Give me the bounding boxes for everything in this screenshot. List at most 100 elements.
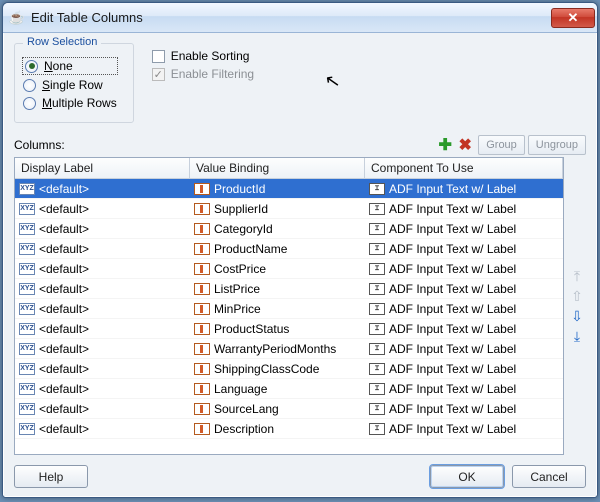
cell-display: <default> xyxy=(39,302,89,316)
group-button[interactable]: Group xyxy=(478,135,525,155)
component-chip-icon: ⌶ xyxy=(369,363,385,375)
window-title: Edit Table Columns xyxy=(31,10,551,25)
cell-component: ADF Input Text w/ Label xyxy=(389,382,516,396)
cell-display: <default> xyxy=(39,242,89,256)
enable-filtering-checkbox: ✓ xyxy=(152,68,165,81)
cell-component: ADF Input Text w/ Label xyxy=(389,202,516,216)
table-row[interactable]: XYZ<default>CostPrice⌶ADF Input Text w/ … xyxy=(15,259,563,279)
table-row[interactable]: XYZ<default>MinPrice⌶ADF Input Text w/ L… xyxy=(15,299,563,319)
cell-component: ADF Input Text w/ Label xyxy=(389,262,516,276)
cell-component: ADF Input Text w/ Label xyxy=(389,362,516,376)
table-row[interactable]: XYZ<default>ProductName⌶ADF Input Text w… xyxy=(15,239,563,259)
binding-chip-icon xyxy=(194,283,210,295)
xyz-chip-icon: XYZ xyxy=(19,343,35,355)
cell-component: ADF Input Text w/ Label xyxy=(389,422,516,436)
component-chip-icon: ⌶ xyxy=(369,403,385,415)
xyz-chip-icon: XYZ xyxy=(19,203,35,215)
dialog-body: ↖ Row Selection NoneSingle RowMultiple R… xyxy=(3,33,597,497)
radio-icon xyxy=(23,79,36,92)
ungroup-button[interactable]: Ungroup xyxy=(528,135,586,155)
cell-display: <default> xyxy=(39,202,89,216)
radio-icon xyxy=(25,60,38,73)
header-display-label[interactable]: Display Label xyxy=(15,158,190,178)
radio-icon xyxy=(23,97,36,110)
move-down-button[interactable]: ⇩ xyxy=(569,308,585,324)
xyz-chip-icon: XYZ xyxy=(19,263,35,275)
row-selection-option[interactable]: Single Row xyxy=(23,78,117,92)
binding-chip-icon xyxy=(194,323,210,335)
cell-component: ADF Input Text w/ Label xyxy=(389,302,516,316)
table-row[interactable]: XYZ<default>ListPrice⌶ADF Input Text w/ … xyxy=(15,279,563,299)
xyz-chip-icon: XYZ xyxy=(19,243,35,255)
cell-display: <default> xyxy=(39,282,89,296)
cell-display: <default> xyxy=(39,182,89,196)
ok-button[interactable]: OK xyxy=(430,465,504,488)
binding-chip-icon xyxy=(194,363,210,375)
binding-chip-icon xyxy=(194,343,210,355)
cell-binding: ProductName xyxy=(214,242,287,256)
cell-component: ADF Input Text w/ Label xyxy=(389,182,516,196)
move-bottom-button[interactable]: ⤓ xyxy=(569,328,585,344)
cell-display: <default> xyxy=(39,382,89,396)
xyz-chip-icon: XYZ xyxy=(19,303,35,315)
cell-display: <default> xyxy=(39,222,89,236)
table-row[interactable]: XYZ<default>ProductId⌶ADF Input Text w/ … xyxy=(15,179,563,199)
help-button[interactable]: Help xyxy=(14,465,88,488)
close-button[interactable]: ✕ xyxy=(551,8,595,28)
component-chip-icon: ⌶ xyxy=(369,243,385,255)
dialog-footer: Help OK Cancel xyxy=(14,455,586,488)
cell-binding: SourceLang xyxy=(214,402,279,416)
enable-sorting-checkbox[interactable] xyxy=(152,50,165,63)
header-value-binding[interactable]: Value Binding xyxy=(190,158,365,178)
table-row[interactable]: XYZ<default>Language⌶ADF Input Text w/ L… xyxy=(15,379,563,399)
table-row[interactable]: XYZ<default>WarrantyPeriodMonths⌶ADF Inp… xyxy=(15,339,563,359)
table-row[interactable]: XYZ<default>SourceLang⌶ADF Input Text w/… xyxy=(15,399,563,419)
add-column-button[interactable]: ✚ xyxy=(435,135,455,155)
cell-binding: Description xyxy=(214,422,274,436)
move-up-button[interactable]: ⇧ xyxy=(569,288,585,304)
component-chip-icon: ⌶ xyxy=(369,343,385,355)
cell-binding: ProductId xyxy=(214,182,265,196)
row-selection-option[interactable]: None xyxy=(23,58,117,74)
reorder-buttons: ⤒ ⇧ ⇩ ⤓ xyxy=(564,157,586,455)
table-body[interactable]: XYZ <default> ProductId ⌶ ADF Input Text w/ … xyxy=(15,179,563,454)
binding-chip-icon xyxy=(194,203,210,215)
row-selection-legend: Row Selection xyxy=(23,36,101,48)
enable-filtering-row: ✓ Enable Filtering xyxy=(152,67,254,81)
titlebar: ☕ Edit Table Columns ✕ xyxy=(3,3,597,33)
table-row[interactable]: XYZ<default>Description⌶ADF Input Text w… xyxy=(15,419,563,439)
table-row[interactable]: XYZ<default>ShippingClassCode⌶ADF Input … xyxy=(15,359,563,379)
java-icon: ☕ xyxy=(9,10,25,26)
component-chip-icon: ⌶ xyxy=(369,423,385,435)
cell-component: ADF Input Text w/ Label xyxy=(389,222,516,236)
sort-filter-options: Enable Sorting ✓ Enable Filtering xyxy=(152,43,254,81)
enable-sorting-row[interactable]: Enable Sorting xyxy=(152,49,254,63)
xyz-chip-icon: XYZ xyxy=(19,323,35,335)
binding-chip-icon xyxy=(194,243,210,255)
cell-binding: WarrantyPeriodMonths xyxy=(214,342,336,356)
component-chip-icon: ⌶ xyxy=(369,303,385,315)
columns-toolbar: Columns: ✚ ✖ Group Ungroup xyxy=(14,135,586,157)
move-top-button[interactable]: ⤒ xyxy=(569,268,585,284)
table-row[interactable]: XYZ<default>SupplierId⌶ADF Input Text w/… xyxy=(15,199,563,219)
header-component[interactable]: Component To Use xyxy=(365,158,563,178)
dialog-window: ☕ Edit Table Columns ✕ ↖ Row Selection N… xyxy=(2,2,598,498)
xyz-chip-icon: XYZ xyxy=(19,223,35,235)
radio-label: None xyxy=(44,59,73,73)
cell-binding: Language xyxy=(214,382,267,396)
cell-binding: ProductStatus xyxy=(214,322,289,336)
columns-table: Display Label Value Binding Component To… xyxy=(14,157,564,455)
binding-chip-icon xyxy=(194,423,210,435)
cell-binding: CostPrice xyxy=(214,262,266,276)
xyz-chip-icon: XYZ xyxy=(19,283,35,295)
binding-chip-icon xyxy=(194,263,210,275)
enable-filtering-label: Enable Filtering xyxy=(171,67,254,81)
cell-component: ADF Input Text w/ Label xyxy=(389,342,516,356)
table-row[interactable]: XYZ<default>CategoryId⌶ADF Input Text w/… xyxy=(15,219,563,239)
cancel-button[interactable]: Cancel xyxy=(512,465,586,488)
delete-column-button[interactable]: ✖ xyxy=(455,135,475,155)
row-selection-option[interactable]: Multiple Rows xyxy=(23,96,117,110)
component-chip-icon: ⌶ xyxy=(369,383,385,395)
columns-label: Columns: xyxy=(14,138,435,152)
table-row[interactable]: XYZ<default>ProductStatus⌶ADF Input Text… xyxy=(15,319,563,339)
